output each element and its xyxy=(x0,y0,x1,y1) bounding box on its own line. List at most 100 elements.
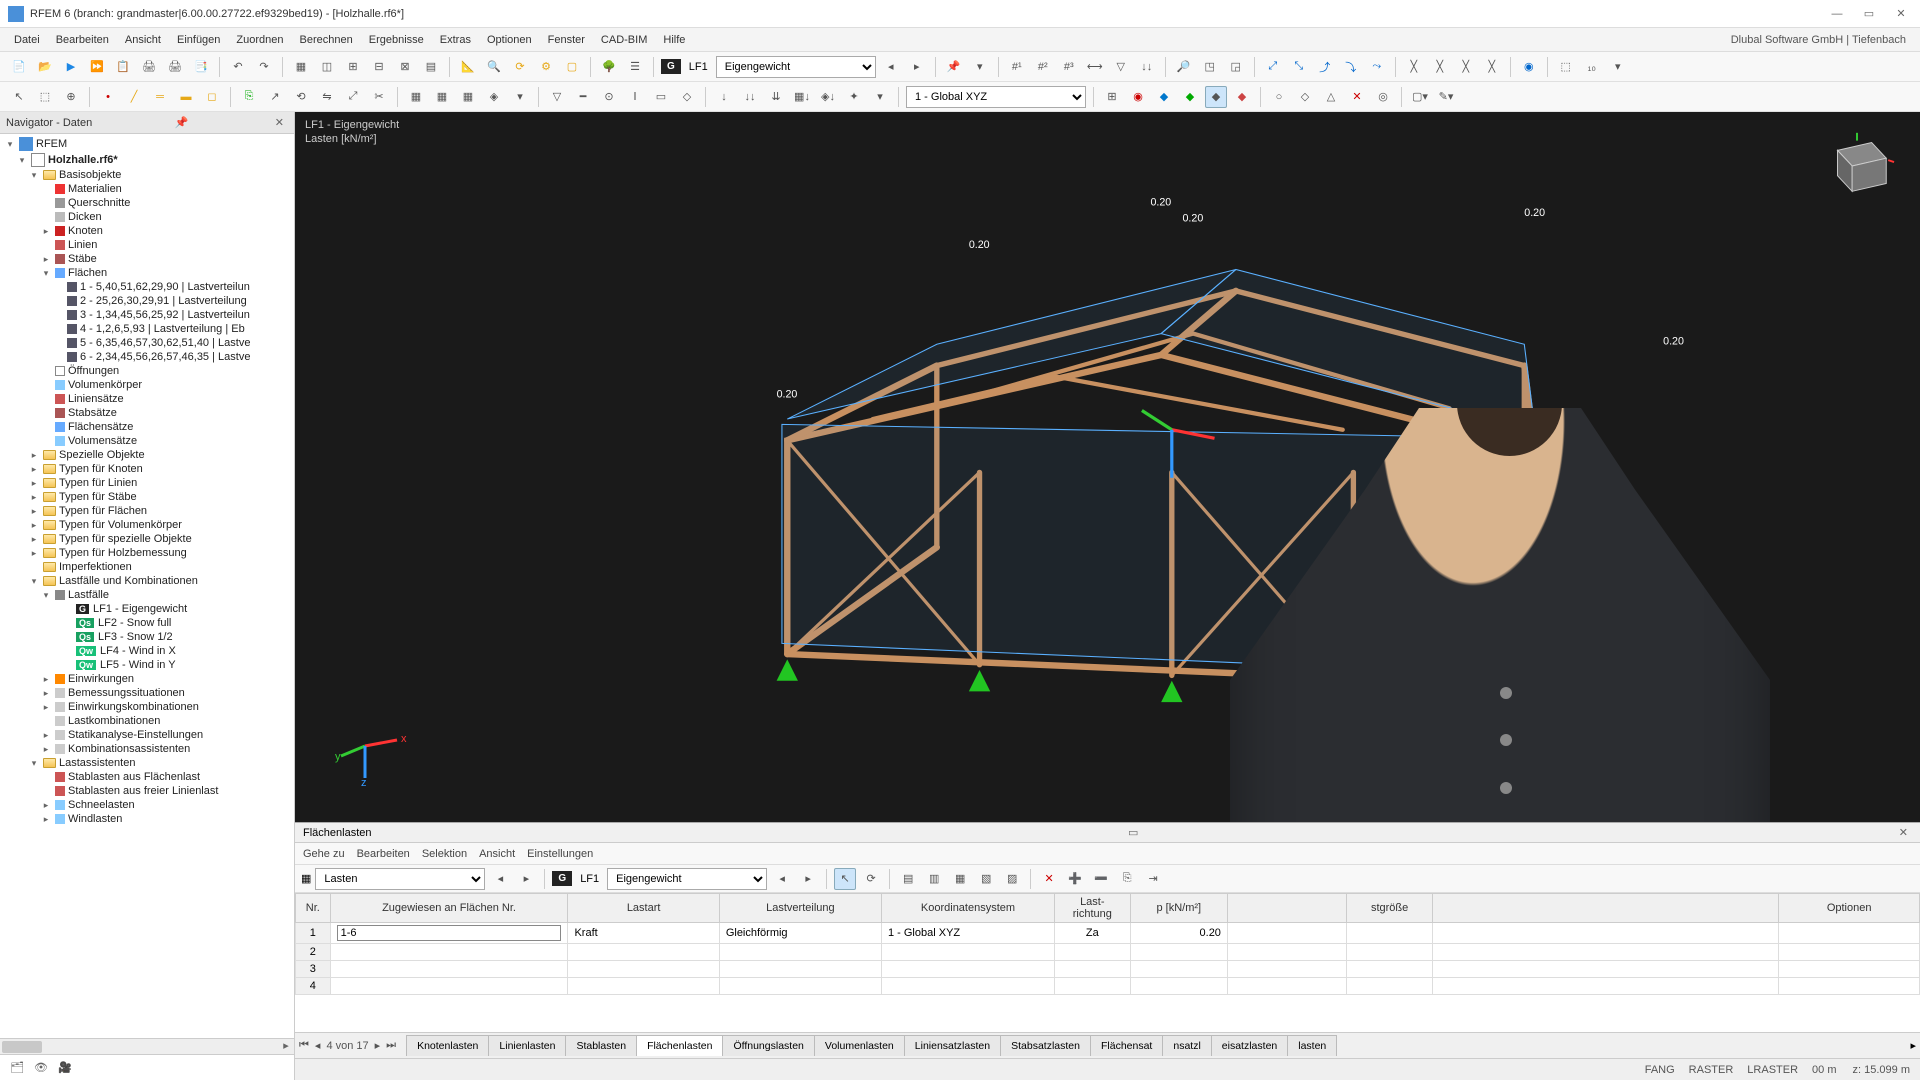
nav-mode-video-icon[interactable]: 🎥 xyxy=(58,1061,72,1074)
tree-lastassistenten[interactable]: Lastassistenten xyxy=(59,757,135,769)
tm-edit[interactable]: Bearbeiten xyxy=(357,848,410,860)
table-row[interactable]: 4 xyxy=(296,978,1920,995)
gear-icon[interactable]: ⚙ xyxy=(535,56,557,78)
hinge-icon[interactable]: ⊙ xyxy=(598,86,620,108)
col-lastvert[interactable]: Lastverteilung xyxy=(719,894,881,923)
tm-select[interactable]: Selektion xyxy=(422,848,467,860)
tree-basisobjekte[interactable]: Basisobjekte xyxy=(59,169,121,181)
tree-querschnitte[interactable]: Querschnitte xyxy=(68,197,130,209)
numbering-3-icon[interactable]: #³ xyxy=(1058,56,1080,78)
mesh-3-icon[interactable]: ╳ xyxy=(1455,56,1477,78)
table-group-select[interactable]: Lasten xyxy=(315,868,485,890)
node-icon[interactable]: • xyxy=(97,86,119,108)
zoom-icon[interactable]: 🔍 xyxy=(483,56,505,78)
tree-typ-linien[interactable]: Typen für Linien xyxy=(59,477,137,489)
view-6-icon[interactable]: ▤ xyxy=(420,56,442,78)
tab-lasten[interactable]: lasten xyxy=(1287,1035,1337,1056)
tbl-export-icon[interactable]: ⇥ xyxy=(1142,868,1164,890)
col-p[interactable]: p [kN/m²] xyxy=(1130,894,1227,923)
misc-1-icon[interactable]: ⬚ xyxy=(1555,56,1577,78)
tbl-cols-5-icon[interactable]: ▨ xyxy=(1001,868,1023,890)
col-blank2[interactable] xyxy=(1433,894,1779,923)
tbl-cols-2-icon[interactable]: ▥ xyxy=(923,868,945,890)
tree-flaechen[interactable]: Flächen xyxy=(68,267,107,279)
tree-statik[interactable]: Statikanalyse-Einstellungen xyxy=(68,729,203,741)
tree-typ-knoten[interactable]: Typen für Knoten xyxy=(59,463,143,475)
support-1-icon[interactable]: ▽ xyxy=(546,86,568,108)
mesh-2-icon[interactable]: ╳ xyxy=(1429,56,1451,78)
menu-datei[interactable]: Datei xyxy=(6,31,48,49)
tree-lf1[interactable]: LF1 - Eigengewicht xyxy=(93,603,187,615)
dims-icon[interactable]: ⟷ xyxy=(1084,56,1106,78)
rotate-icon[interactable]: ⟲ xyxy=(290,86,312,108)
menu-ansicht[interactable]: Ansicht xyxy=(117,31,169,49)
tree-imperfektionen[interactable]: Imperfektionen xyxy=(59,561,132,573)
tbl-cols-1-icon[interactable]: ▤ xyxy=(897,868,919,890)
table-row[interactable]: 2 xyxy=(296,944,1920,961)
undo-icon[interactable]: ↶ xyxy=(227,56,249,78)
minimize-button[interactable]: — xyxy=(1830,7,1844,21)
tree-stablasten-fl[interactable]: Stablasten aus Flächenlast xyxy=(68,771,200,783)
grid-2-icon[interactable]: ▦ xyxy=(431,86,453,108)
tree-stablasten-li[interactable]: Stablasten aus freier Linienlast xyxy=(68,785,218,797)
load-more-icon[interactable]: ▾ xyxy=(869,86,891,108)
table-row[interactable]: 3 xyxy=(296,961,1920,978)
measure-icon[interactable]: 📐 xyxy=(457,56,479,78)
find-icon[interactable]: 🔎 xyxy=(1173,56,1195,78)
tree-typ-staebe[interactable]: Typen für Stäbe xyxy=(59,491,137,503)
save-icon[interactable]: ▶ xyxy=(60,56,82,78)
tree-flaeche-2[interactable]: 2 - 25,26,30,29,91 | Lastverteilung xyxy=(80,295,247,307)
snap-3-icon[interactable]: △ xyxy=(1320,86,1342,108)
maximize-button[interactable]: ▭ xyxy=(1862,7,1876,21)
tbl-delete-icon[interactable]: ✕ xyxy=(1038,868,1060,890)
snap-2-icon[interactable]: ◇ xyxy=(1294,86,1316,108)
wp-6-icon[interactable]: ◆ xyxy=(1231,86,1253,108)
wp-1-icon[interactable]: ⊞ xyxy=(1101,86,1123,108)
wp-2-icon[interactable]: ◉ xyxy=(1127,86,1149,108)
tbl-sync-icon[interactable]: ⟳ xyxy=(860,868,882,890)
tbl-insert-icon[interactable]: ➕ xyxy=(1064,868,1086,890)
numbering-1-icon[interactable]: #¹ xyxy=(1006,56,1028,78)
tree-dicken[interactable]: Dicken xyxy=(68,211,102,223)
navigator-tree[interactable]: ▾RFEM ▾Holzhalle.rf6* ▾Basisobjekte Mate… xyxy=(0,134,294,1038)
tree-lf5[interactable]: LF5 - Wind in Y xyxy=(100,659,176,671)
flag-icon[interactable]: ▾ xyxy=(969,56,991,78)
wp-4-icon[interactable]: ◆ xyxy=(1179,86,1201,108)
member-icon[interactable]: ═ xyxy=(149,86,171,108)
tm-view[interactable]: Ansicht xyxy=(479,848,515,860)
tree-einwirkungen[interactable]: Einwirkungen xyxy=(68,673,134,685)
cell-lastvert[interactable]: Gleichförmig xyxy=(719,923,881,944)
sel-rect-icon[interactable]: ⬚ xyxy=(34,86,56,108)
tab-liniensatzlasten[interactable]: Liniensatzlasten xyxy=(904,1035,1001,1056)
misc-e1-icon[interactable]: ◇ xyxy=(676,86,698,108)
col-size[interactable]: stgröße xyxy=(1346,894,1432,923)
wp-3-icon[interactable]: ◆ xyxy=(1153,86,1175,108)
tree-flaechensaetze[interactable]: Flächensätze xyxy=(68,421,133,433)
tree-kombo-assist[interactable]: Kombinationsassistenten xyxy=(68,743,190,755)
open-icon[interactable]: 📂 xyxy=(34,56,56,78)
numbering-2-icon[interactable]: #² xyxy=(1032,56,1054,78)
refresh-icon[interactable]: ⟳ xyxy=(509,56,531,78)
table-grid[interactable]: Nr. Zugewiesen an Flächen Nr. Lastart La… xyxy=(295,893,1920,1032)
cell-coord[interactable]: 1 - Global XYZ xyxy=(881,923,1054,944)
viewport-3d[interactable]: LF1 - Eigengewicht Lasten [kN/m²] xyxy=(295,112,1920,822)
tree-lf3[interactable]: LF3 - Snow 1/2 xyxy=(98,631,173,643)
next-icon[interactable]: ▸ xyxy=(906,56,928,78)
load-m-icon[interactable]: ⇊ xyxy=(765,86,787,108)
tab-knotenlasten[interactable]: Knotenlasten xyxy=(406,1035,489,1056)
scale-icon[interactable]: ⤢ xyxy=(342,86,364,108)
panel-pin-icon[interactable]: 📌 xyxy=(171,116,193,129)
hide-5-icon[interactable]: ⤳ xyxy=(1366,56,1388,78)
tabs-scroll-right-icon[interactable]: ▸ xyxy=(1910,1039,1916,1052)
snap-1-icon[interactable]: ○ xyxy=(1268,86,1290,108)
mesh-4-icon[interactable]: ╳ xyxy=(1481,56,1503,78)
col-lastart[interactable]: Lastart xyxy=(568,894,719,923)
view-5-icon[interactable]: ⊠ xyxy=(394,56,416,78)
view-2-icon[interactable]: ◫ xyxy=(316,56,338,78)
view-4-icon[interactable]: ⊟ xyxy=(368,56,390,78)
tabnav-first-icon[interactable]: ⏮ xyxy=(299,1039,309,1052)
tree-knoten[interactable]: Knoten xyxy=(68,225,103,237)
plate-icon[interactable]: ▭ xyxy=(650,86,672,108)
tabnav-prev-icon[interactable]: ◂ xyxy=(315,1039,321,1052)
menu-fenster[interactable]: Fenster xyxy=(540,31,593,49)
